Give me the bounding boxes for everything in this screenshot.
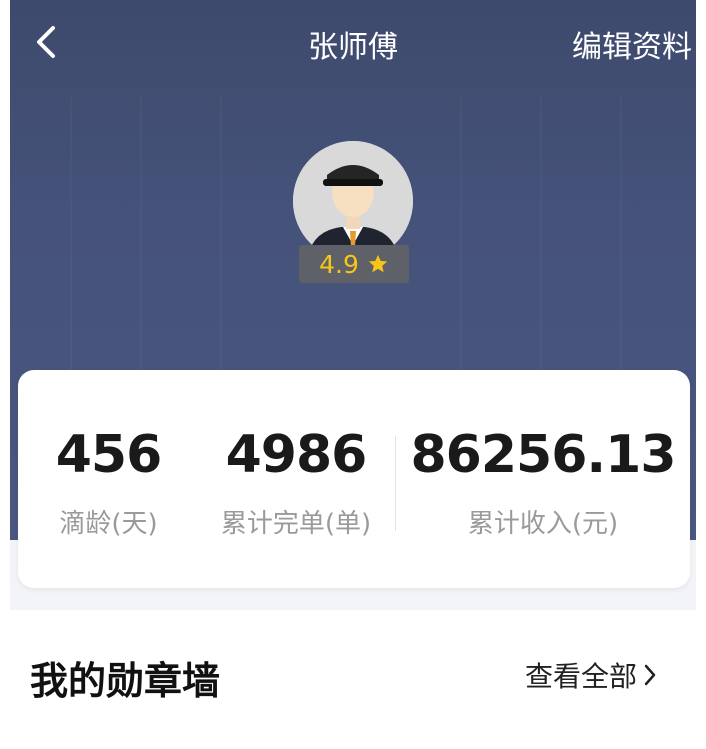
- stats-card: 456 滴龄(天) 4986 累计完单(单) 86256.13 累计收入(元): [18, 370, 690, 588]
- stat-days[interactable]: 456 滴龄(天): [26, 370, 191, 588]
- stat-value: 456: [55, 425, 163, 485]
- stat-label: 累计收入(元): [467, 509, 619, 539]
- stat-label: 滴龄(天): [59, 509, 158, 539]
- rating-badge: 4.9: [299, 245, 409, 283]
- driver-avatar-icon: [293, 141, 413, 261]
- stat-value: 4986: [225, 425, 368, 485]
- star-icon: [368, 254, 388, 273]
- stat-value: 86256.13: [410, 425, 676, 485]
- chevron-right-icon: [644, 664, 656, 686]
- stat-label: 累计完单(单): [220, 509, 372, 539]
- avatar[interactable]: [293, 141, 413, 261]
- view-all-link[interactable]: 查看全部: [525, 655, 657, 695]
- stats-divider: [395, 436, 396, 531]
- stat-income[interactable]: 86256.13 累计收入(元): [408, 370, 678, 588]
- rating-value: 4.9: [319, 249, 359, 279]
- edit-profile-link[interactable]: 编辑资料: [572, 22, 696, 66]
- stat-orders[interactable]: 4986 累计完单(单): [196, 370, 396, 588]
- view-all-label: 查看全部: [525, 660, 638, 693]
- badge-wall-title: 我的勋章墙: [30, 659, 221, 703]
